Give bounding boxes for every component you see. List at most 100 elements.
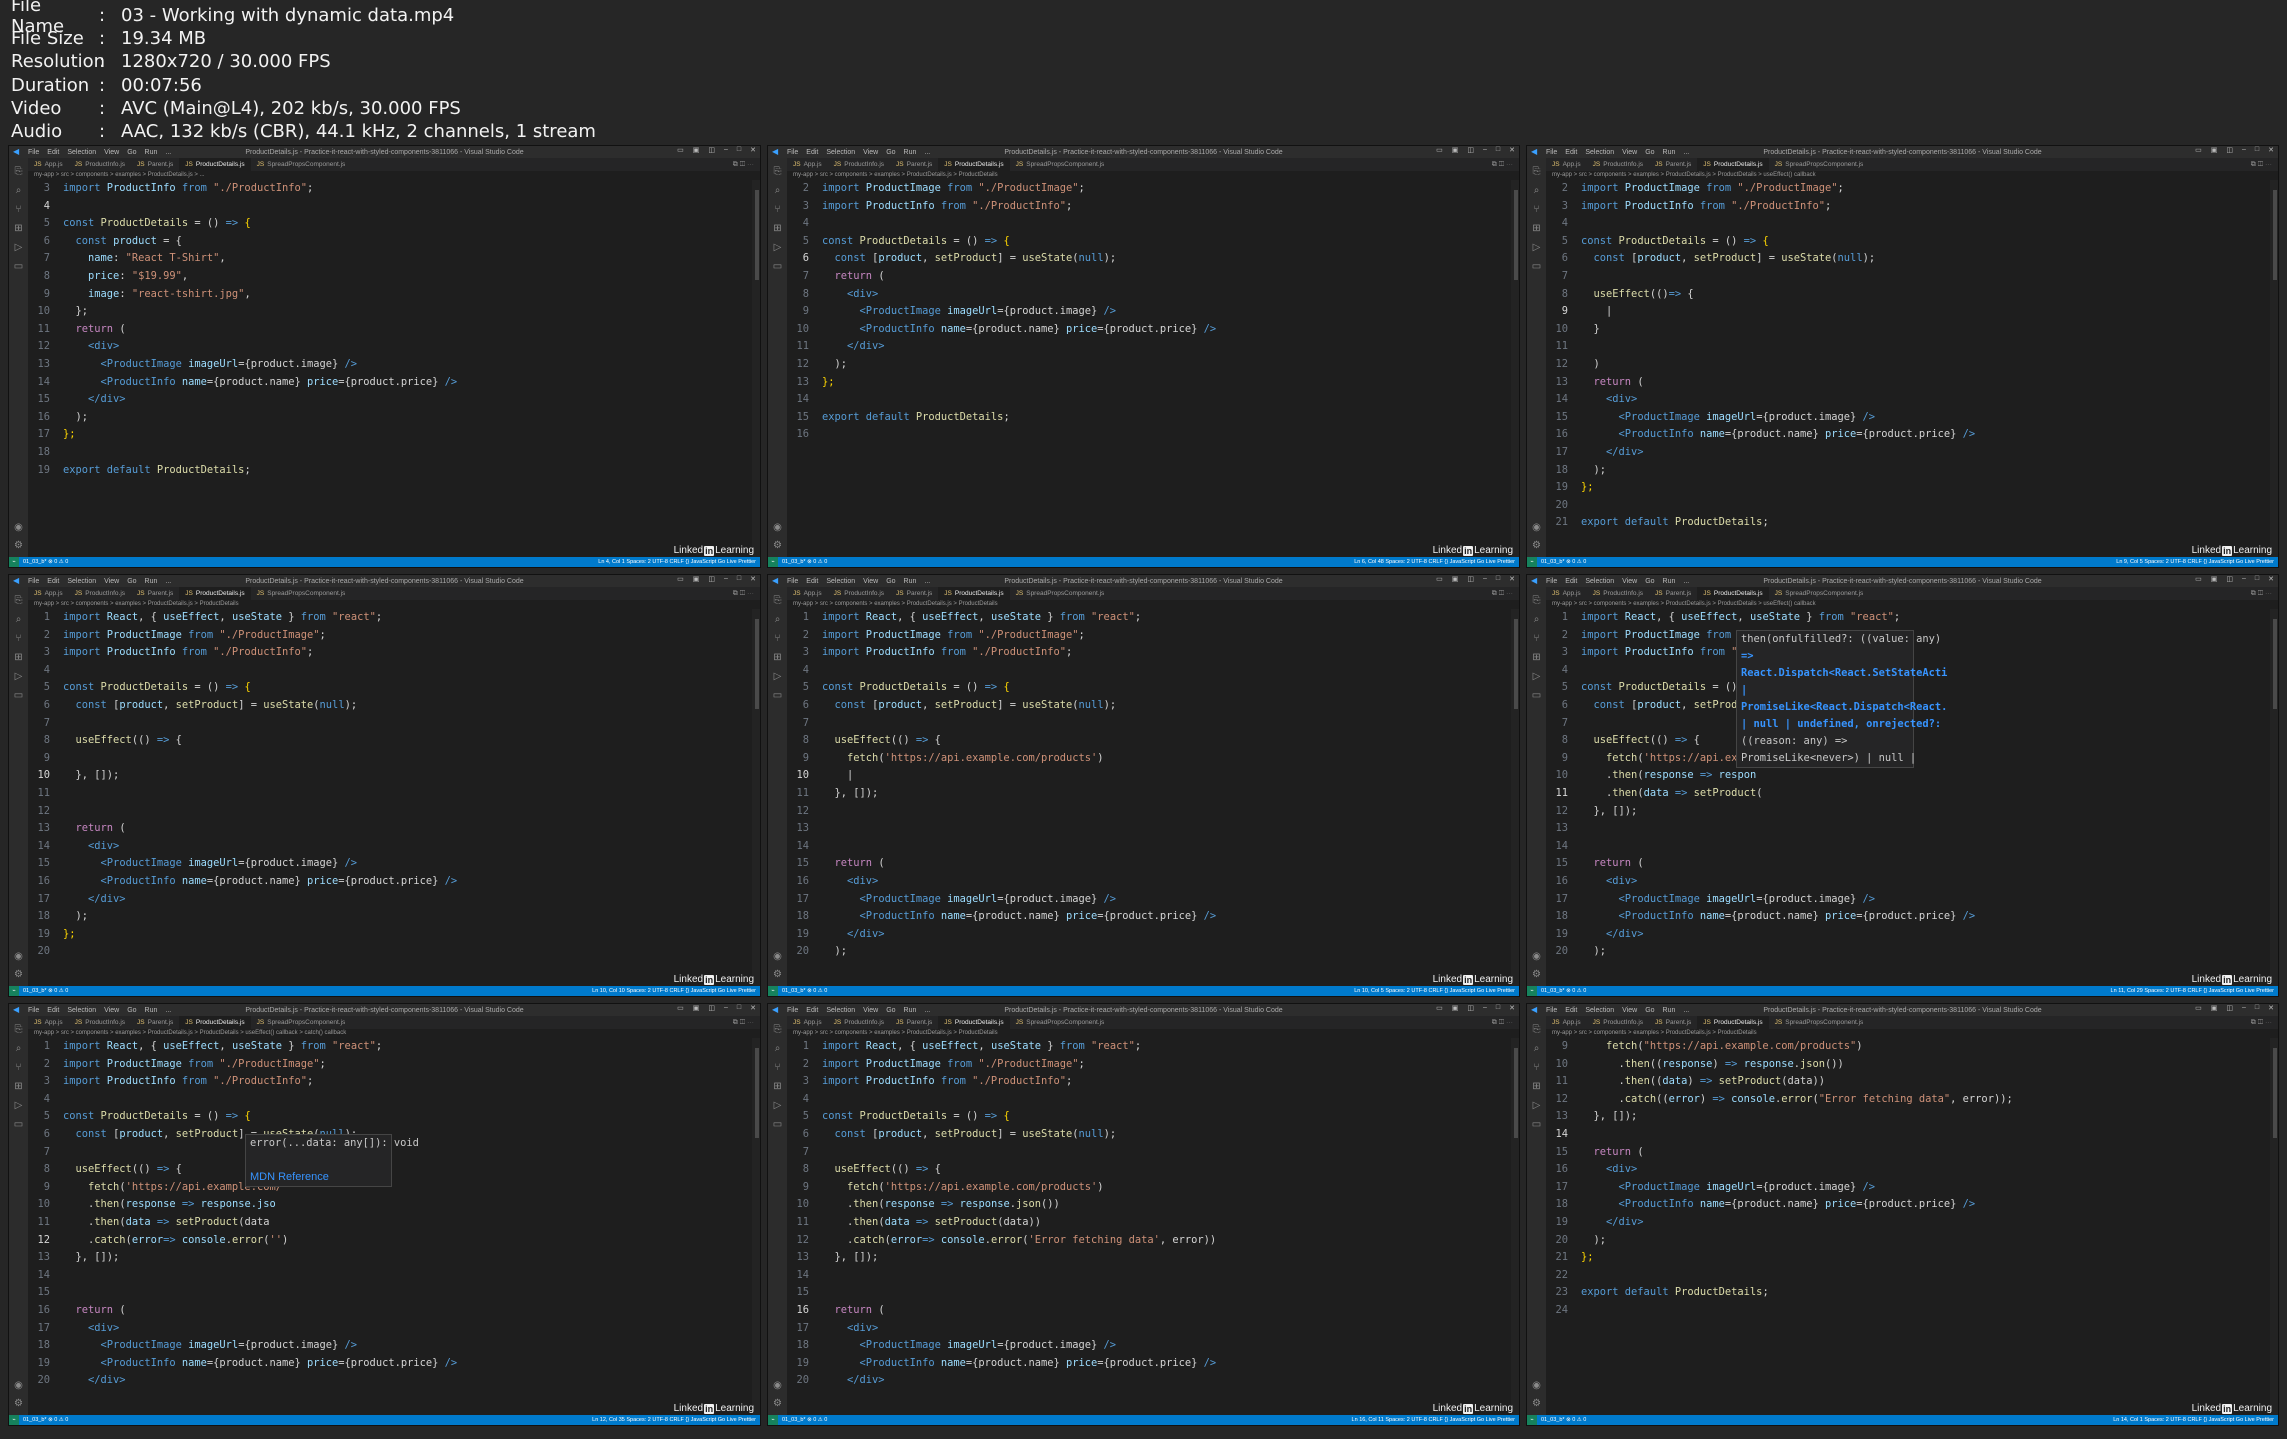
scrollbar-thumb[interactable] bbox=[2273, 619, 2277, 709]
tab-spreadpropscomponent[interactable]: JS SpreadPropsComponent.js bbox=[1769, 587, 1870, 600]
search-icon[interactable]: ⌕ bbox=[13, 614, 24, 625]
menu-item-selection[interactable]: Selection bbox=[67, 1007, 96, 1014]
minimize-icon[interactable]: – bbox=[2242, 146, 2246, 154]
account-icon[interactable]: ◉ bbox=[1531, 1380, 1542, 1391]
status-right[interactable]: Ln 10, Col 10 Spaces: 2 UTF-8 CRLF {} Ja… bbox=[592, 988, 756, 994]
close-icon[interactable]: ✕ bbox=[750, 146, 756, 154]
scrollbar[interactable] bbox=[2270, 1038, 2278, 1415]
scrollbar-thumb[interactable] bbox=[755, 619, 759, 709]
files-icon[interactable]: ⎘ bbox=[772, 166, 783, 177]
status-left[interactable]: 01_03_b* ⊗ 0 ⚠ 0 bbox=[23, 1417, 68, 1423]
gear-icon[interactable]: ⚙ bbox=[13, 540, 24, 551]
search-icon[interactable]: ⌕ bbox=[1531, 1043, 1542, 1054]
menu-item-view[interactable]: View bbox=[104, 1007, 119, 1014]
status-right[interactable]: Ln 9, Col 5 Spaces: 2 UTF-8 CRLF {} Java… bbox=[2116, 559, 2274, 565]
status-right[interactable]: Ln 4, Col 1 Spaces: 2 UTF-8 CRLF {} Java… bbox=[598, 559, 756, 565]
close-icon[interactable]: ✕ bbox=[2268, 1004, 2274, 1012]
status-left[interactable]: 01_03_b* ⊗ 0 ⚠ 0 bbox=[1541, 559, 1586, 565]
scrollbar[interactable] bbox=[752, 609, 760, 986]
menu-item-view[interactable]: View bbox=[863, 578, 878, 585]
tab-productinfo[interactable]: JS ProductInfo.js bbox=[1587, 587, 1649, 600]
menu-item-view[interactable]: View bbox=[104, 578, 119, 585]
menu-item-selection[interactable]: Selection bbox=[1585, 149, 1614, 156]
code-editor[interactable]: 1 import React, { useEffect, useState } f… bbox=[787, 609, 1511, 986]
panel-icon[interactable]: ▣ bbox=[693, 575, 700, 583]
files-icon[interactable]: ⎘ bbox=[1531, 1024, 1542, 1035]
search-icon[interactable]: ⌕ bbox=[1531, 614, 1542, 625]
search-icon[interactable]: ⌕ bbox=[1531, 185, 1542, 196]
maximize-icon[interactable]: □ bbox=[737, 1004, 741, 1012]
code-editor[interactable]: 1 import React, { useEffect, useState } f… bbox=[28, 609, 752, 986]
editor-actions-icon[interactable]: ⧉ ◫ ⋯ bbox=[2251, 1019, 2272, 1027]
search-icon[interactable]: ⌕ bbox=[772, 614, 783, 625]
layout-icon[interactable]: ▭ bbox=[1436, 146, 1443, 154]
remote-explorer-icon[interactable]: ▭ bbox=[1531, 261, 1542, 272]
menu-item-run[interactable]: Run bbox=[904, 1007, 917, 1014]
gear-icon[interactable]: ⚙ bbox=[772, 1398, 783, 1409]
remote-icon[interactable]: ⌁ bbox=[1527, 1415, 1537, 1425]
mdn-reference-link[interactable]: MDN Reference bbox=[246, 1169, 391, 1186]
tab-parent[interactable]: JS Parent.js bbox=[131, 587, 179, 600]
menu-item-file[interactable]: File bbox=[28, 149, 39, 156]
tab-productdetails[interactable]: JS ProductDetails.js bbox=[1697, 1016, 1769, 1029]
tab-parent[interactable]: JS Parent.js bbox=[131, 1016, 179, 1029]
menu-item-[interactable]: ... bbox=[924, 578, 930, 585]
tab-parent[interactable]: JS Parent.js bbox=[131, 158, 179, 171]
maximize-icon[interactable]: □ bbox=[1496, 146, 1500, 154]
menu-item-edit[interactable]: Edit bbox=[47, 578, 59, 585]
tab-productinfo[interactable]: JS ProductInfo.js bbox=[69, 1016, 131, 1029]
source-control-icon[interactable]: ⑂ bbox=[13, 1062, 24, 1073]
menu-item-run[interactable]: Run bbox=[1663, 149, 1676, 156]
minimize-icon[interactable]: – bbox=[724, 575, 728, 583]
panel-icon[interactable]: ▣ bbox=[2211, 575, 2218, 583]
tab-app[interactable]: JS App.js bbox=[787, 1016, 828, 1029]
code-editor[interactable]: 2 import ProductImage from "./ProductImag… bbox=[787, 180, 1511, 557]
files-icon[interactable]: ⎘ bbox=[1531, 595, 1542, 606]
status-left[interactable]: 01_03_b* ⊗ 0 ⚠ 0 bbox=[782, 559, 827, 565]
menu-item-edit[interactable]: Edit bbox=[47, 149, 59, 156]
menu-item-edit[interactable]: Edit bbox=[806, 149, 818, 156]
editor-actions-icon[interactable]: ⧉ ◫ ⋯ bbox=[1492, 590, 1513, 598]
remote-icon[interactable]: ⌁ bbox=[1527, 557, 1537, 567]
remote-icon[interactable]: ⌁ bbox=[768, 986, 778, 996]
menu-item-run[interactable]: Run bbox=[145, 578, 158, 585]
menu-item-view[interactable]: View bbox=[1622, 1007, 1637, 1014]
panel-icon[interactable]: ▣ bbox=[2211, 1004, 2218, 1012]
layout-icon[interactable]: ▭ bbox=[2195, 1004, 2202, 1012]
menu-item-file[interactable]: File bbox=[28, 578, 39, 585]
split-icon[interactable]: ◫ bbox=[708, 1004, 715, 1012]
tab-parent[interactable]: JS Parent.js bbox=[890, 158, 938, 171]
tab-spreadpropscomponent[interactable]: JS SpreadPropsComponent.js bbox=[251, 158, 352, 171]
close-icon[interactable]: ✕ bbox=[750, 1004, 756, 1012]
search-icon[interactable]: ⌕ bbox=[13, 1043, 24, 1054]
source-control-icon[interactable]: ⑂ bbox=[772, 633, 783, 644]
tab-app[interactable]: JS App.js bbox=[28, 1016, 69, 1029]
menu-item-go[interactable]: Go bbox=[127, 1007, 136, 1014]
status-right[interactable]: Ln 11, Col 29 Spaces: 2 UTF-8 CRLF {} Ja… bbox=[2111, 988, 2274, 994]
tab-app[interactable]: JS App.js bbox=[1546, 1016, 1587, 1029]
menu-item-selection[interactable]: Selection bbox=[67, 149, 96, 156]
status-left[interactable]: 01_03_b* ⊗ 0 ⚠ 0 bbox=[1541, 1417, 1586, 1423]
split-icon[interactable]: ◫ bbox=[1467, 1004, 1474, 1012]
tab-spreadpropscomponent[interactable]: JS SpreadPropsComponent.js bbox=[1010, 587, 1111, 600]
status-right[interactable]: Ln 14, Col 1 Spaces: 2 UTF-8 CRLF {} Jav… bbox=[2113, 1417, 2274, 1423]
tab-productinfo[interactable]: JS ProductInfo.js bbox=[828, 1016, 890, 1029]
run-debug-icon[interactable]: ▷ bbox=[13, 1100, 24, 1111]
tab-parent[interactable]: JS Parent.js bbox=[890, 587, 938, 600]
scrollbar-thumb[interactable] bbox=[755, 1048, 759, 1138]
menu-item-view[interactable]: View bbox=[1622, 149, 1637, 156]
menu-item-[interactable]: ... bbox=[165, 1007, 171, 1014]
remote-explorer-icon[interactable]: ▭ bbox=[13, 1119, 24, 1130]
menu-item-go[interactable]: Go bbox=[886, 578, 895, 585]
maximize-icon[interactable]: □ bbox=[2255, 575, 2259, 583]
menu-item-selection[interactable]: Selection bbox=[826, 1007, 855, 1014]
maximize-icon[interactable]: □ bbox=[737, 146, 741, 154]
menu-item-go[interactable]: Go bbox=[1645, 149, 1654, 156]
scrollbar[interactable] bbox=[1511, 609, 1519, 986]
tab-spreadpropscomponent[interactable]: JS SpreadPropsComponent.js bbox=[1769, 158, 1870, 171]
code-editor[interactable]: 2 import ProductImage from "./ProductImag… bbox=[1546, 180, 2270, 557]
run-debug-icon[interactable]: ▷ bbox=[772, 1100, 783, 1111]
menu-item-[interactable]: ... bbox=[165, 149, 171, 156]
editor-actions-icon[interactable]: ⧉ ◫ ⋯ bbox=[733, 1019, 754, 1027]
tab-parent[interactable]: JS Parent.js bbox=[890, 1016, 938, 1029]
